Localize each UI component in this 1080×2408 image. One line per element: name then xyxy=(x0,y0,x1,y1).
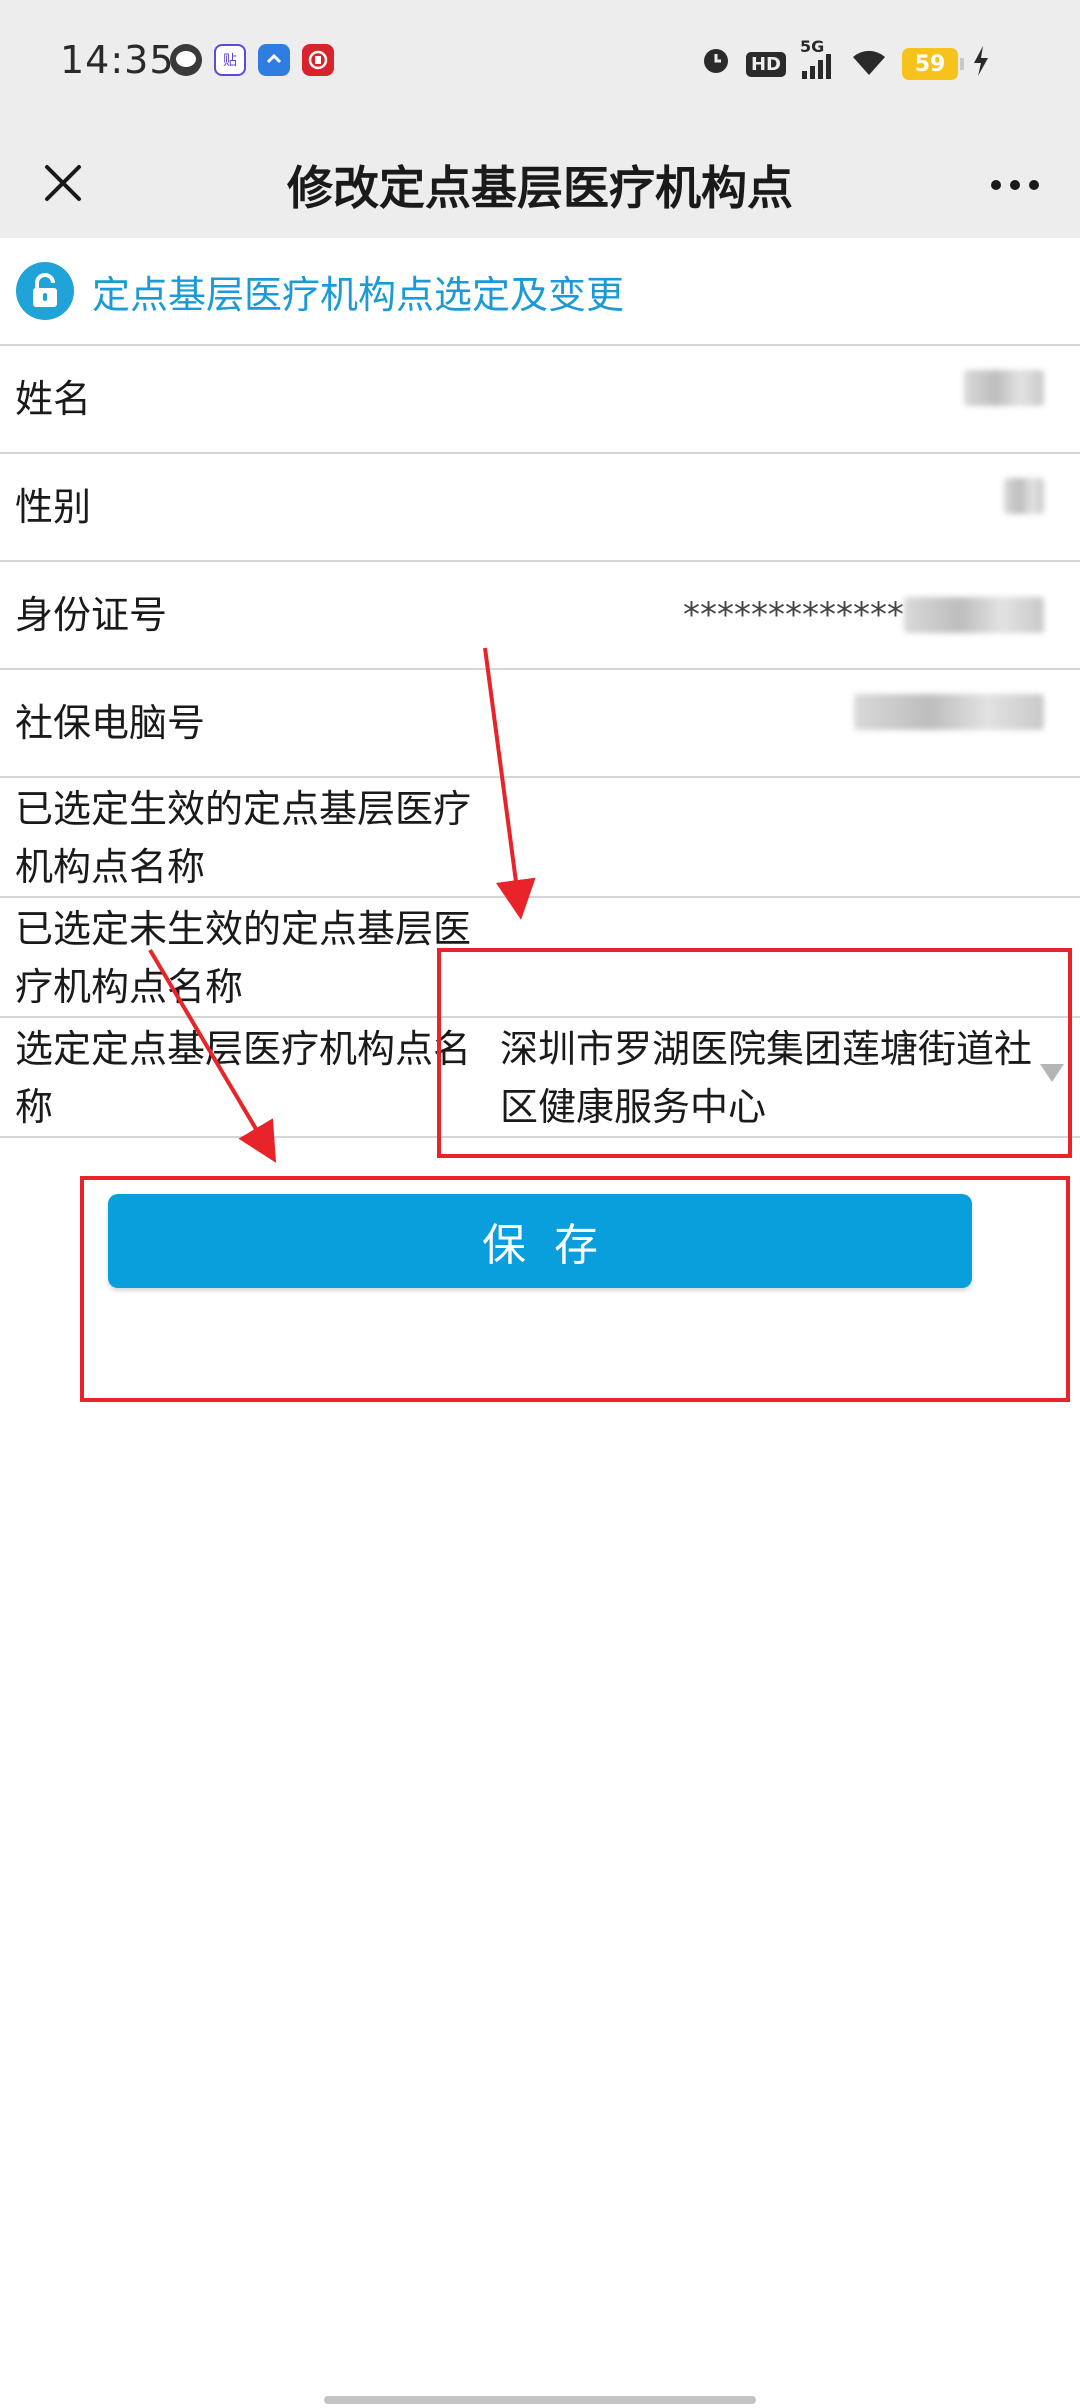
social-security-row: 社保电脑号 xyxy=(0,670,1080,778)
more-dot xyxy=(1010,180,1020,190)
more-dots-icon xyxy=(991,180,1001,190)
lock-icon xyxy=(16,262,74,320)
redacted-id-suffix xyxy=(904,597,1044,633)
blue-app-icon xyxy=(258,44,290,76)
red-app-icon xyxy=(302,44,334,76)
redacted-name xyxy=(964,370,1044,406)
network-type: 5G xyxy=(800,37,825,56)
nav-bar: 修改定点基层医疗机构点 xyxy=(0,128,1080,238)
charging-icon xyxy=(972,45,990,83)
section-title: 定点基层医疗机构点选定及变更 xyxy=(92,272,625,317)
redacted-gender xyxy=(1004,478,1044,514)
wifi-icon xyxy=(850,47,888,81)
page-title: 修改定点基层医疗机构点 xyxy=(287,161,793,215)
system-status-icons: HD 5G 59 xyxy=(700,37,990,84)
hd-icon: HD xyxy=(745,51,786,77)
name-row: 姓名 xyxy=(0,346,1080,454)
annotation-box-select xyxy=(437,948,1072,1158)
more-options-button[interactable] xyxy=(980,150,1050,220)
social-security-label: 社保电脑号 xyxy=(15,701,206,745)
battery-icon: 59 xyxy=(902,48,964,80)
effective-facility-label: 已选定生效的定点基层医疗机构点名称 xyxy=(15,787,472,889)
battery-level: 59 xyxy=(914,51,946,77)
chat-bubble-icon xyxy=(170,44,202,76)
tieba-icon: 贴 xyxy=(214,44,246,76)
gender-value xyxy=(1004,478,1044,514)
social-security-value xyxy=(854,694,1044,730)
notification-icons: 贴 xyxy=(170,44,334,76)
status-time: 14:35 xyxy=(60,38,175,82)
signal-icon: 5G xyxy=(800,37,836,79)
alarm-icon xyxy=(700,44,732,84)
pending-facility-label: 已选定未生效的定点基层医疗机构点名称 xyxy=(15,907,472,1009)
home-indicator[interactable] xyxy=(324,2396,756,2404)
redacted-social-security xyxy=(854,694,1044,730)
select-facility-label: 选定定点基层医疗机构点名称 xyxy=(15,1027,472,1129)
name-label: 姓名 xyxy=(15,377,92,421)
id-number-label: 身份证号 xyxy=(15,593,168,637)
name-value xyxy=(964,370,1044,406)
id-number-value: ************* xyxy=(683,586,1044,644)
gender-row: 性别 xyxy=(0,454,1080,562)
id-number-row: 身份证号 ************* xyxy=(0,562,1080,670)
status-bar: 14:35 贴 HD 5G 59 xyxy=(0,0,1080,128)
section-header: 定点基层医疗机构点选定及变更 xyxy=(0,238,1080,346)
annotation-box-save xyxy=(80,1176,1070,1402)
gender-label: 性别 xyxy=(15,485,92,529)
more-dot xyxy=(1029,180,1039,190)
id-number-masked: ************* xyxy=(683,595,904,635)
effective-facility-row: 已选定生效的定点基层医疗机构点名称 xyxy=(0,778,1080,898)
